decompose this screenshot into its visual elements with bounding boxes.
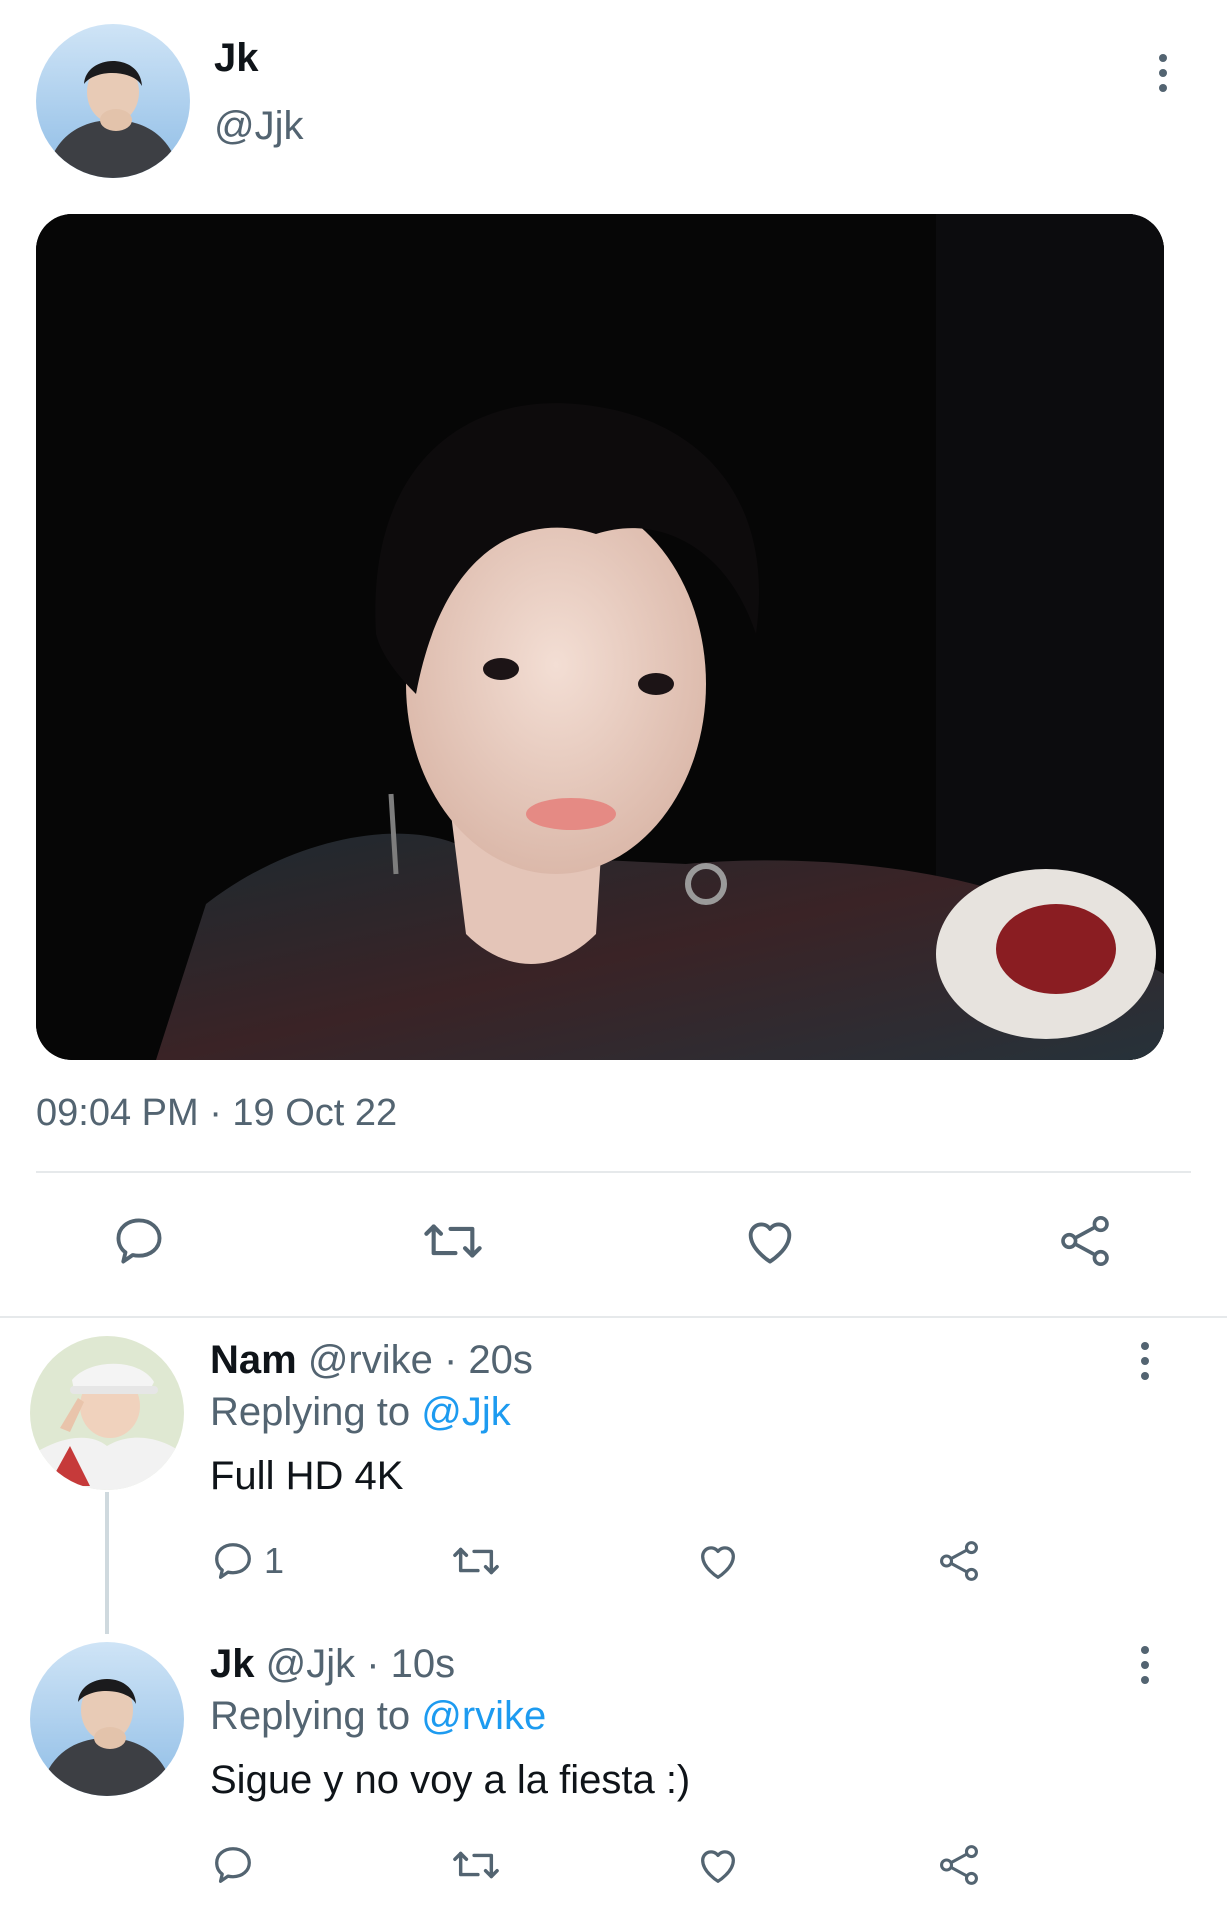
more-dot-icon xyxy=(1141,1646,1149,1654)
share-button[interactable] xyxy=(1056,1212,1114,1270)
more-options-button[interactable] xyxy=(1143,38,1183,108)
reply-more-options-button[interactable] xyxy=(1125,1630,1165,1700)
reply-handle-time[interactable]: @Jjk · 10s xyxy=(266,1642,456,1686)
retweet-icon xyxy=(424,1224,482,1258)
reply-author-name[interactable]: Nam xyxy=(210,1338,297,1382)
divider xyxy=(36,1171,1191,1173)
reply-icon xyxy=(116,1218,162,1264)
thread-connector-line xyxy=(105,1492,109,1634)
author-handle[interactable]: @Jjk xyxy=(214,104,304,149)
heart-icon xyxy=(748,1222,792,1264)
more-dot-icon xyxy=(1141,1357,1149,1365)
retweet-button[interactable] xyxy=(450,1538,502,1584)
reply-avatar[interactable] xyxy=(30,1336,184,1490)
avatar-image xyxy=(30,1336,184,1490)
more-dot-icon xyxy=(1159,54,1167,62)
author-name[interactable]: Jk xyxy=(214,36,259,81)
reply-text: Sigue y no voy a la fiesta :) xyxy=(210,1758,691,1802)
reply-count: 1 xyxy=(264,1540,285,1581)
section-divider xyxy=(0,1316,1227,1318)
share-icon xyxy=(1061,1215,1109,1267)
share-button[interactable] xyxy=(936,1842,982,1888)
like-button[interactable] xyxy=(694,1538,742,1584)
heart-icon xyxy=(701,1546,735,1579)
reply-avatar[interactable] xyxy=(30,1642,184,1796)
more-dot-icon xyxy=(1141,1342,1149,1350)
retweet-button[interactable] xyxy=(450,1842,502,1888)
retweet-icon xyxy=(453,1851,499,1879)
replying-to-label: Replying to xyxy=(210,1694,422,1738)
reply-icon xyxy=(215,1847,251,1883)
like-button[interactable] xyxy=(694,1842,742,1888)
photo-image xyxy=(36,214,1164,1060)
replying-to-line: Replying to @rvike xyxy=(210,1694,546,1739)
tweet-timestamp[interactable]: 09:04 PM · 19 Oct 22 xyxy=(36,1092,397,1135)
more-dot-icon xyxy=(1159,69,1167,77)
share-icon xyxy=(940,1541,978,1581)
replying-to-mention[interactable]: @Jjk xyxy=(421,1390,511,1434)
reply-text: Full HD 4K xyxy=(210,1454,404,1498)
author-avatar[interactable] xyxy=(36,24,190,178)
avatar-image xyxy=(36,24,190,178)
retweet-button[interactable] xyxy=(420,1212,486,1270)
replying-to-mention[interactable]: @rvike xyxy=(421,1694,546,1738)
more-dot-icon xyxy=(1159,84,1167,92)
retweet-icon xyxy=(453,1547,499,1575)
reply-button[interactable] xyxy=(210,1842,264,1888)
more-dot-icon xyxy=(1141,1661,1149,1669)
share-icon xyxy=(940,1845,978,1885)
avatar-image xyxy=(30,1642,184,1796)
reply-button[interactable] xyxy=(110,1212,168,1270)
more-dot-icon xyxy=(1141,1676,1149,1684)
replying-to-label: Replying to xyxy=(210,1390,422,1434)
reply-header: Nam @rvike · 20s xyxy=(210,1338,533,1383)
reply-more-options-button[interactable] xyxy=(1125,1326,1165,1396)
reply-author-name[interactable]: Jk xyxy=(210,1642,255,1686)
reply-handle-time[interactable]: @rvike · 20s xyxy=(308,1338,533,1382)
reply-header: Jk @Jjk · 10s xyxy=(210,1642,455,1687)
reply-button[interactable]: 1 xyxy=(210,1538,284,1584)
heart-icon xyxy=(701,1850,735,1883)
like-button[interactable] xyxy=(740,1212,800,1270)
share-button[interactable] xyxy=(936,1538,982,1584)
reply-icon xyxy=(215,1543,251,1579)
tweet-media-photo[interactable] xyxy=(36,214,1164,1060)
replying-to-line: Replying to @Jjk xyxy=(210,1390,511,1435)
more-dot-icon xyxy=(1141,1372,1149,1380)
